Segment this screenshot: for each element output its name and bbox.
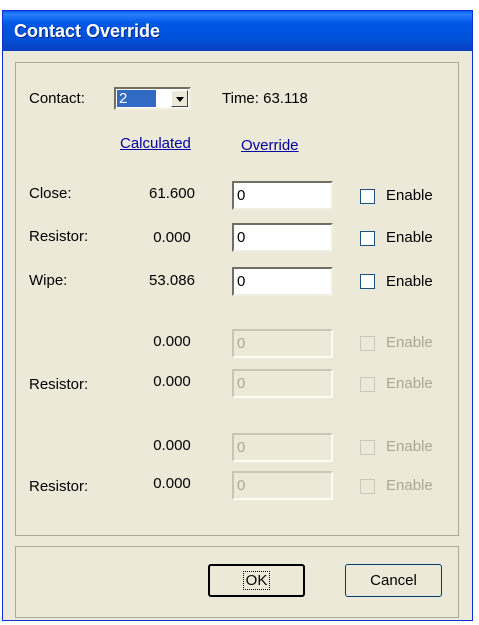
extra-1-resistor-override-input[interactable]: 0 bbox=[232, 369, 333, 398]
chevron-down-icon bbox=[176, 97, 184, 102]
override-header: Override bbox=[241, 137, 299, 154]
resistor-label: Resistor: bbox=[29, 228, 89, 245]
ok-button[interactable]: OK bbox=[208, 564, 305, 597]
close-override-input[interactable]: 0 bbox=[232, 181, 333, 210]
extra-1-override-input[interactable]: 0 bbox=[232, 329, 333, 358]
wipe-label: Wipe: bbox=[29, 272, 68, 289]
title-bar[interactable]: Contact Override bbox=[3, 11, 472, 51]
wipe-calculated: 53.086 bbox=[149, 272, 195, 289]
calculated-header: Calculated bbox=[120, 135, 191, 152]
extra-2-enable-checkbox[interactable] bbox=[360, 440, 375, 455]
dropdown-button[interactable] bbox=[171, 90, 188, 107]
contact-override-dialog: Contact Override Contact: 2 Time: 63.118… bbox=[2, 10, 473, 621]
extra-2-calculated: 0.000 bbox=[153, 437, 191, 454]
wipe-override-input[interactable]: 0 bbox=[232, 267, 333, 296]
extra-2-resistor-override-input[interactable]: 0 bbox=[232, 471, 333, 500]
extra-1-resistor-label: Resistor: bbox=[29, 376, 89, 393]
wipe-enable-checkbox[interactable] bbox=[360, 274, 375, 289]
extra-1-resistor-calculated: 0.000 bbox=[153, 373, 191, 390]
resistor-enable-label[interactable]: Enable bbox=[386, 229, 433, 246]
time-readout: Time: 63.118 bbox=[222, 90, 308, 107]
extra-1-enable-label[interactable]: Enable bbox=[386, 334, 433, 351]
extra-2-resistor-enable-label[interactable]: Enable bbox=[386, 477, 433, 494]
close-enable-checkbox[interactable] bbox=[360, 189, 375, 204]
contact-group: Contact: 2 Time: 63.118 Calculated Overr… bbox=[15, 62, 459, 536]
contact-select[interactable]: 2 bbox=[114, 87, 191, 110]
extra-2-resistor-calculated: 0.000 bbox=[153, 475, 191, 492]
extra-1-resistor-enable-label[interactable]: Enable bbox=[386, 375, 433, 392]
contact-select-value: 2 bbox=[117, 90, 156, 107]
extra-1-calculated: 0.000 bbox=[153, 333, 191, 350]
resistor-override-input[interactable]: 0 bbox=[232, 223, 333, 252]
close-enable-label[interactable]: Enable bbox=[386, 187, 433, 204]
button-bar: OK Cancel bbox=[15, 546, 459, 618]
close-label: Close: bbox=[29, 185, 72, 202]
contact-label: Contact: bbox=[29, 90, 85, 107]
wipe-enable-label[interactable]: Enable bbox=[386, 273, 433, 290]
extra-2-override-input[interactable]: 0 bbox=[232, 433, 333, 462]
extra-1-enable-checkbox[interactable] bbox=[360, 336, 375, 351]
close-calculated: 61.600 bbox=[149, 185, 195, 202]
window-title: Contact Override bbox=[14, 21, 161, 41]
resistor-calculated: 0.000 bbox=[153, 229, 191, 246]
extra-1-resistor-enable-checkbox[interactable] bbox=[360, 377, 375, 392]
extra-2-resistor-enable-checkbox[interactable] bbox=[360, 479, 375, 494]
ok-button-label: OK bbox=[242, 571, 271, 590]
cancel-button[interactable]: Cancel bbox=[345, 564, 442, 597]
extra-2-resistor-label: Resistor: bbox=[29, 478, 89, 495]
resistor-enable-checkbox[interactable] bbox=[360, 231, 375, 246]
extra-2-enable-label[interactable]: Enable bbox=[386, 438, 433, 455]
